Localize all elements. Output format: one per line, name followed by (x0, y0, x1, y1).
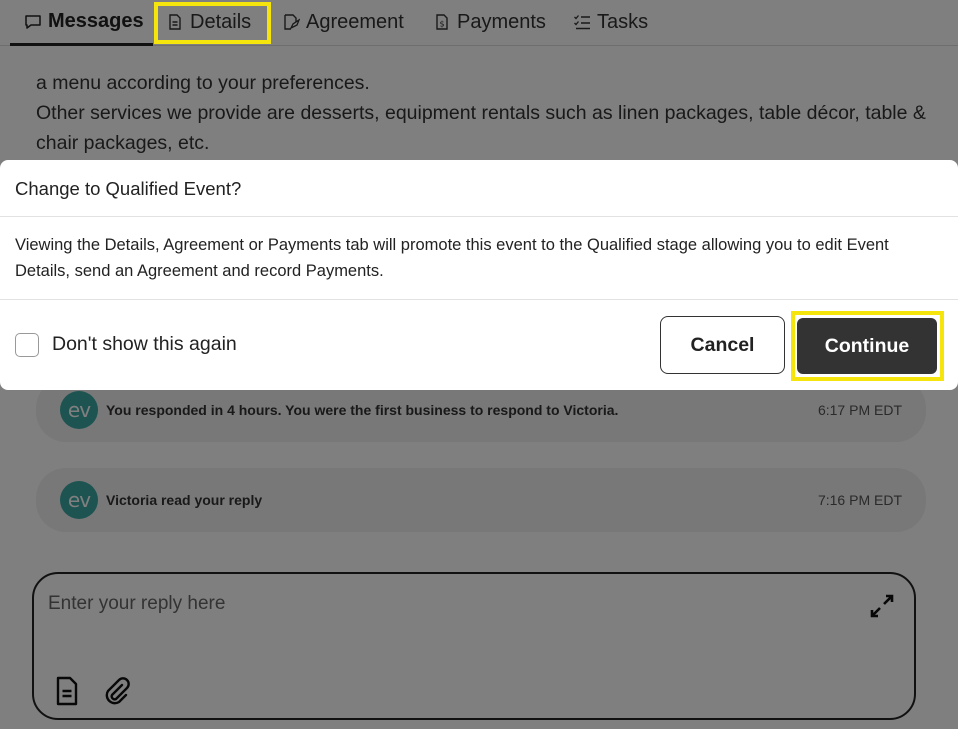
continue-button[interactable]: Continue (797, 318, 937, 374)
divider (0, 299, 958, 300)
dont-show-again-label[interactable]: Don't show this again (52, 333, 237, 356)
dont-show-again-checkbox[interactable] (15, 333, 39, 357)
qualified-event-dialog: Change to Qualified Event? Viewing the D… (0, 160, 958, 390)
dialog-title: Change to Qualified Event? (15, 178, 242, 199)
cancel-button[interactable]: Cancel (660, 316, 785, 374)
dialog-body: Viewing the Details, Agreement or Paymen… (15, 236, 889, 280)
divider (0, 216, 958, 217)
